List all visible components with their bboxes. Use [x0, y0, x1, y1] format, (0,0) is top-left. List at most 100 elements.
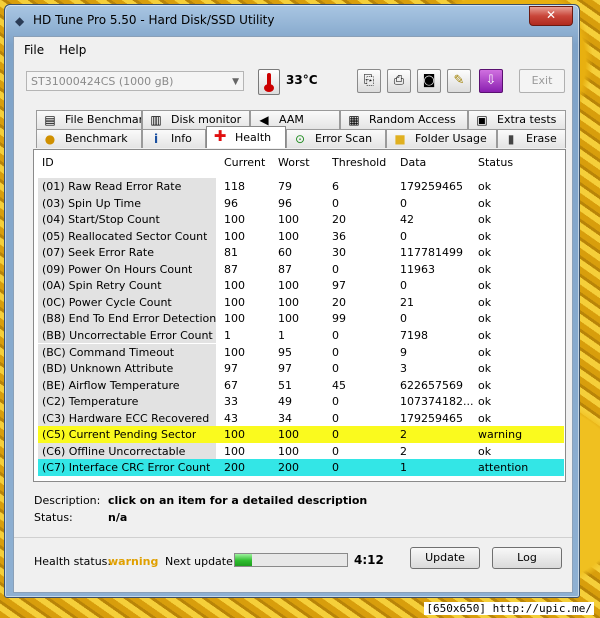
- file-benchmark-icon: ▤: [44, 113, 56, 127]
- attr-threshold: 0: [332, 428, 339, 442]
- table-row[interactable]: (C5) Current Pending Sector 100 100 0 2 warni…: [38, 426, 564, 443]
- attr-data: 107374182...: [400, 395, 474, 409]
- table-row[interactable]: (0C) Power Cycle Count 100 100 20 21 ok: [38, 293, 564, 311]
- app-icon: ◆: [15, 14, 25, 28]
- attr-threshold: 30: [332, 246, 346, 260]
- tab-file-benchmark[interactable]: ▤ File Benchmark: [36, 110, 142, 129]
- attr-current: 1: [224, 328, 231, 342]
- update-button[interactable]: Update: [410, 547, 480, 569]
- table-row[interactable]: (C7) Interface CRC Error Count 200 200 0 1 at…: [38, 459, 564, 476]
- table-row[interactable]: (C6) Offline Uncorrectable 100 100 0 2 ok: [38, 442, 564, 460]
- red-cross-icon: ✚: [213, 127, 227, 145]
- menu-file[interactable]: File: [24, 43, 44, 57]
- table-row[interactable]: (0A) Spin Retry Count 100 100 97 0 ok: [38, 277, 564, 294]
- table-row[interactable]: (07) Seek Error Rate 81 60 30 117781499 ok: [38, 244, 564, 261]
- attr-id: (07) Seek Error Rate: [42, 246, 154, 260]
- attr-id: (BC) Command Timeout: [42, 345, 175, 359]
- attr-threshold: 0: [332, 395, 339, 409]
- arrow-down-icon: ⇩: [485, 73, 497, 88]
- tab-extra-tests[interactable]: ▣ Extra tests: [468, 110, 566, 129]
- attr-current: 200: [224, 461, 245, 475]
- table-row[interactable]: (05) Reallocated Sector Count 100 100 36 0 ok: [38, 227, 564, 245]
- table-row[interactable]: (04) Start/Stop Count 100 100 20 42 ok: [38, 211, 564, 228]
- col-threshold[interactable]: Threshold: [332, 156, 386, 169]
- table-row[interactable]: (01) Raw Read Error Rate 118 79 6 179259465 o…: [38, 178, 564, 195]
- attr-status: attention: [478, 461, 529, 475]
- screenshot-button[interactable]: ◙: [417, 69, 441, 93]
- col-id[interactable]: ID: [42, 156, 54, 169]
- attr-worst: 34: [278, 411, 292, 425]
- table-row[interactable]: (C3) Hardware ECC Recovered 43 34 0 17925946…: [38, 409, 564, 427]
- camera-icon: ◙: [422, 73, 436, 88]
- drive-select[interactable]: ST31000424CS (1000 gB) ▼: [26, 71, 244, 91]
- attr-current: 97: [224, 362, 238, 376]
- attr-worst: 87: [278, 262, 292, 276]
- app-window: ◆ HD Tune Pro 5.50 - Hard Disk/SSD Utili…: [4, 4, 580, 598]
- col-worst[interactable]: Worst: [278, 156, 310, 169]
- attr-data: 0: [400, 196, 407, 210]
- status-bar: Health status: warning Next update: 4:12…: [14, 537, 572, 588]
- col-status[interactable]: Status: [478, 156, 513, 169]
- attr-status: ok: [478, 229, 492, 243]
- copy-text-button[interactable]: ⎘: [357, 69, 381, 93]
- attr-status: ok: [478, 444, 492, 458]
- copy-info-button[interactable]: ⎙: [387, 69, 411, 93]
- tab-health[interactable]: ✚ Health: [206, 126, 286, 148]
- col-current[interactable]: Current: [224, 156, 265, 169]
- title-bar[interactable]: ◆ HD Tune Pro 5.50 - Hard Disk/SSD Utili…: [5, 5, 579, 35]
- status-value: n/a: [108, 511, 128, 524]
- save-button[interactable]: ⇩: [479, 69, 503, 93]
- menu-help[interactable]: Help: [59, 43, 86, 57]
- attr-status: ok: [478, 246, 492, 260]
- tab-random-access[interactable]: ▦ Random Access: [340, 110, 468, 129]
- options-button[interactable]: ✎: [447, 69, 471, 93]
- attr-id: (BB) Uncorrectable Error Count: [42, 328, 213, 342]
- tab-erase[interactable]: ▮ Erase: [497, 129, 566, 148]
- table-row[interactable]: (B8) End To End Error Detection 100 100 99 0…: [38, 310, 564, 327]
- table-row[interactable]: (BB) Uncorrectable Error Count 1 1 0 7198 ok: [38, 326, 564, 344]
- health-panel: ID Current Worst Threshold Data Status (…: [33, 149, 566, 482]
- attr-id: (01) Raw Read Error Rate: [42, 180, 182, 193]
- tab-folder-usage[interactable]: ■ Folder Usage: [386, 129, 497, 148]
- attr-worst: 96: [278, 196, 292, 210]
- col-data[interactable]: Data: [400, 156, 426, 169]
- attr-status: ok: [478, 213, 492, 227]
- attr-worst: 51: [278, 378, 292, 392]
- attr-id: (04) Start/Stop Count: [42, 213, 160, 227]
- log-button[interactable]: Log: [492, 547, 562, 569]
- attr-worst: 100: [278, 295, 299, 309]
- attr-worst: 100: [278, 279, 299, 293]
- attr-threshold: 20: [332, 295, 346, 309]
- table-row[interactable]: (BD) Unknown Attribute 97 97 0 3 ok: [38, 360, 564, 377]
- table-row[interactable]: (03) Spin Up Time 96 96 0 0 ok: [38, 194, 564, 212]
- toolbar: ST31000424CS (1000 gB) ▼ 33°C ⎘ ⎙ ◙ ✎ ⇩ …: [14, 67, 572, 99]
- tab-benchmark[interactable]: ● Benchmark: [36, 129, 142, 148]
- tabs-bottom: ● Benchmark i Info ✚ Health ⊙ Error Scan…: [36, 126, 566, 148]
- table-row[interactable]: (C2) Temperature 33 49 0 107374182... ok: [38, 393, 564, 410]
- close-button[interactable]: ✕: [529, 6, 573, 26]
- table-row[interactable]: (BE) Airflow Temperature 67 51 45 622657569 o…: [38, 376, 564, 394]
- description-area: Description: click on an item for a deta…: [34, 492, 564, 528]
- table-row[interactable]: (BC) Command Timeout 100 95 0 9 ok: [38, 343, 564, 360]
- attr-id: (C7) Interface CRC Error Count: [42, 461, 211, 475]
- attr-id: (C5) Current Pending Sector: [42, 428, 197, 442]
- tab-error-scan[interactable]: ⊙ Error Scan: [286, 129, 386, 148]
- attr-status: ok: [478, 362, 492, 376]
- attr-current: 100: [224, 213, 245, 227]
- attr-current: 100: [224, 428, 245, 442]
- attr-status: ok: [478, 180, 492, 193]
- attr-status: ok: [478, 279, 492, 293]
- health-status-value: warning: [108, 555, 159, 568]
- exit-button[interactable]: Exit: [519, 69, 565, 93]
- next-update-progress: [234, 553, 348, 567]
- wrench-icon: ✎: [453, 73, 465, 88]
- tab-info[interactable]: i Info: [142, 129, 206, 148]
- attr-data: 2: [400, 444, 407, 458]
- folder-icon: ■: [394, 132, 406, 146]
- attr-threshold: 0: [332, 444, 339, 458]
- attr-worst: 49: [278, 395, 292, 409]
- attr-id: (C3) Hardware ECC Recovered: [42, 411, 210, 425]
- attr-id: (0A) Spin Retry Count: [42, 279, 162, 293]
- attr-data: 179259465: [400, 180, 463, 193]
- table-row[interactable]: (09) Power On Hours Count 87 87 0 11963 ok: [38, 260, 564, 278]
